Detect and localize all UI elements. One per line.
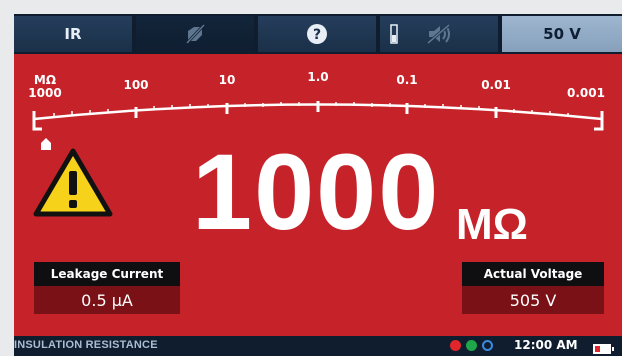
- clock: 12:00 AM: [514, 338, 578, 352]
- test-voltage-button[interactable]: 50 V: [502, 16, 622, 52]
- mode-button-label: IR: [64, 25, 82, 43]
- sound-button[interactable]: [380, 16, 498, 52]
- sound-off-icon: [425, 23, 453, 45]
- test-voltage-label: 50 V: [543, 25, 581, 43]
- actual-voltage-label: Actual Voltage: [462, 262, 604, 286]
- cable-off-button[interactable]: [136, 16, 254, 52]
- red-indicator: [450, 340, 461, 351]
- status-title: INSULATION RESISTANCE: [14, 339, 158, 351]
- battery-icon: [592, 340, 616, 356]
- measurement-panel: MΩ 1000 100 10 1.0 0.1 0.01 0.001 1000 M…: [14, 54, 622, 336]
- actual-voltage-value: 505 V: [462, 286, 604, 314]
- meter-screen: IR ? 50 V MΩ 1000 100 10 1.0 0.1 0.01 0.…: [14, 14, 622, 356]
- warning-triangle-icon: [32, 146, 114, 222]
- svg-text:?: ?: [313, 27, 321, 43]
- actual-voltage-box: Actual Voltage 505 V: [462, 262, 604, 314]
- help-button[interactable]: ?: [258, 16, 376, 52]
- green-indicator: [466, 340, 477, 351]
- blue-indicator: [482, 340, 493, 351]
- mode-button[interactable]: IR: [14, 16, 132, 52]
- leakage-current-value: 0.5 µA: [34, 286, 180, 314]
- help-icon: ?: [306, 23, 328, 45]
- cable-off-icon: [184, 23, 206, 45]
- leakage-current-box: Leakage Current 0.5 µA: [34, 262, 180, 314]
- top-toolbar: IR ? 50 V: [14, 14, 622, 54]
- leakage-current-label: Leakage Current: [34, 262, 180, 286]
- status-bar: INSULATION RESISTANCE 12:00 AM: [14, 336, 622, 356]
- battery-level-icon: [390, 24, 398, 44]
- main-reading-unit: MΩ: [456, 200, 528, 249]
- main-reading: 1000: [192, 131, 441, 252]
